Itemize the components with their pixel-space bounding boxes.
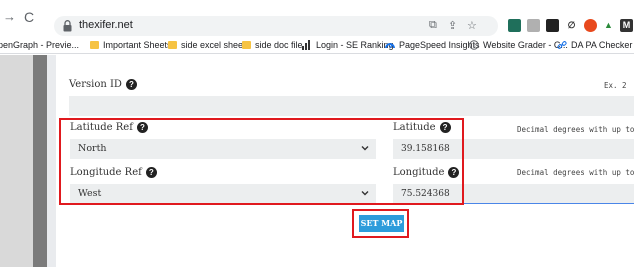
extension-icon-7[interactable]: M (620, 19, 633, 32)
latitude-hint: Decimal degrees with up to (517, 125, 634, 134)
folder-icon (242, 41, 251, 49)
bookmark-label: Login - SE Ranking (316, 40, 394, 50)
bookmark-label: Website Grader - C... (483, 40, 568, 50)
extension-icon-6[interactable]: ▲ (602, 19, 615, 32)
extension-icon-2[interactable] (527, 19, 540, 32)
bookmark-item[interactable]: side doc file (242, 39, 303, 52)
browser-toolbar: → C thexifer.net ⧉ ⇪ ☆ ∅ ▲ M (0, 0, 634, 36)
link-icon (557, 41, 567, 49)
bar-chart-icon (302, 40, 310, 50)
address-bar[interactable]: thexifer.net ⧉ ⇪ ☆ (54, 16, 498, 36)
bookmark-item[interactable]: Login - SE Ranking (302, 39, 394, 52)
bookmark-label: Important Sheets (103, 40, 172, 50)
folder-icon (168, 41, 177, 49)
bookmark-item[interactable]: Website Grader - C... (469, 39, 568, 52)
bookmark-label: side doc file (255, 40, 303, 50)
version-id-input[interactable] (69, 96, 634, 116)
folder-icon (90, 41, 99, 49)
version-id-label-text: Version ID (69, 79, 122, 90)
reload-icon[interactable]: C (24, 10, 34, 24)
install-app-icon[interactable]: ⧉ (429, 19, 437, 32)
speed-gauge-icon (385, 43, 395, 49)
version-id-hint: Ex. 2 (604, 81, 627, 90)
extension-icon-5[interactable] (584, 19, 597, 32)
extension-icon-1[interactable] (508, 19, 521, 32)
lock-icon (63, 20, 72, 32)
bookmark-item[interactable]: penGraph - Previe... (0, 39, 79, 52)
forward-arrow-icon[interactable]: → (3, 10, 16, 24)
bookmark-label: side excel sheets (181, 40, 251, 50)
share-icon[interactable]: ⇪ (448, 19, 457, 32)
fields-highlight-box (59, 118, 464, 205)
bookmark-label: PageSpeed Insights (399, 40, 480, 50)
set-map-button[interactable]: SET MAP (359, 215, 404, 232)
bookmarks-bar: penGraph - Previe... Important Sheets si… (0, 36, 634, 54)
left-panel-edge (33, 55, 47, 267)
help-icon[interactable]: ? (125, 79, 137, 90)
globe-icon (469, 40, 479, 50)
version-id-label: Version ID? (69, 79, 137, 90)
url-text: thexifer.net (79, 19, 133, 31)
extension-icon-4[interactable]: ∅ (565, 19, 578, 32)
bookmark-item[interactable]: side excel sheets (168, 39, 250, 52)
longitude-hint: Decimal degrees with up to (517, 168, 634, 177)
bookmark-item[interactable]: Important Sheets (90, 39, 172, 52)
bookmark-item[interactable]: PageSpeed Insights (385, 39, 480, 52)
bookmark-label: DA PA Checker - (571, 40, 634, 50)
extension-icon-3[interactable] (546, 19, 559, 32)
bookmark-item[interactable]: DA PA Checker - (557, 39, 634, 52)
bookmark-star-icon[interactable]: ☆ (467, 19, 477, 32)
